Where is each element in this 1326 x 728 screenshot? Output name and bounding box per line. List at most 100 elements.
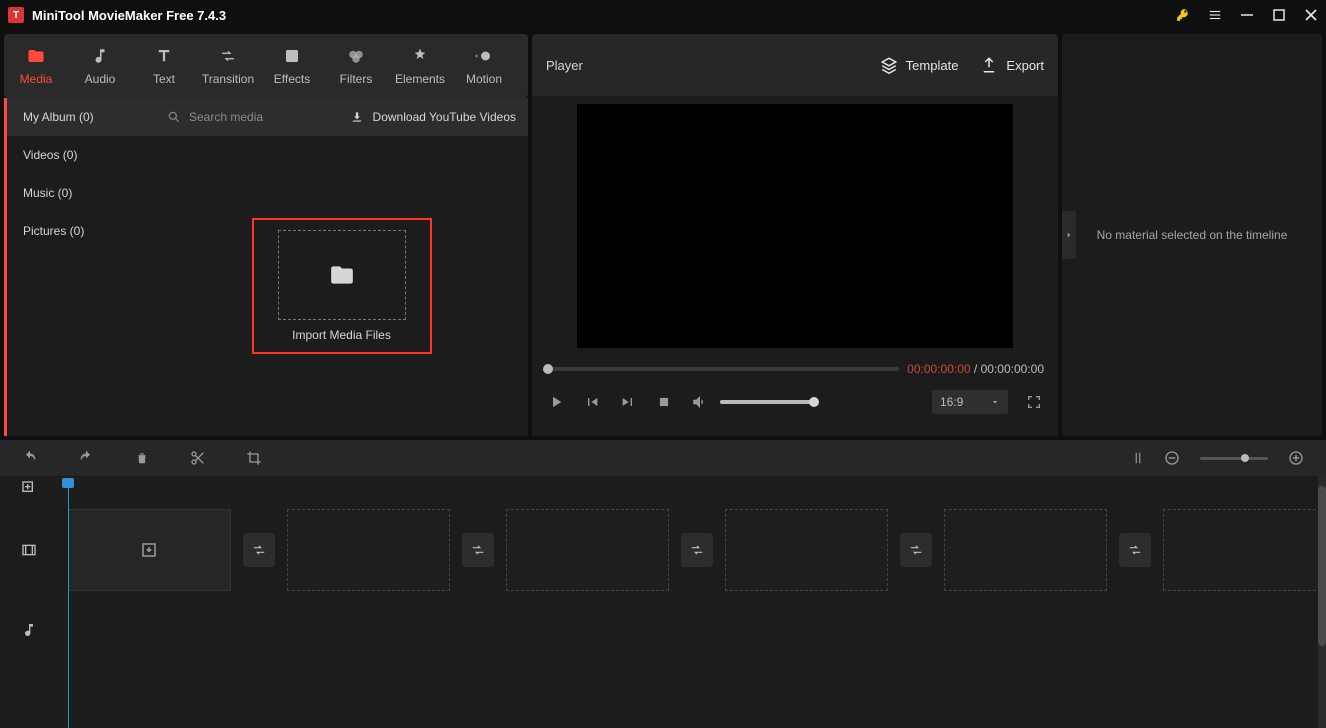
template-button[interactable]: Template: [880, 56, 959, 74]
download-youtube-button[interactable]: Download YouTube Videos: [349, 110, 516, 124]
sidebar-item-videos[interactable]: Videos (0): [7, 136, 155, 174]
export-icon: [980, 56, 998, 74]
filters-icon: [346, 46, 366, 66]
audio-track-icon: [0, 600, 58, 660]
export-button[interactable]: Export: [980, 56, 1044, 74]
import-clip-icon: [140, 541, 158, 559]
export-label: Export: [1006, 58, 1044, 73]
split-button[interactable]: [188, 448, 208, 468]
tab-effects[interactable]: Effects: [260, 35, 324, 97]
timeline-ruler[interactable]: [58, 476, 1326, 500]
effects-icon: [282, 46, 302, 66]
inspector-panel: No material selected on the timeline: [1062, 34, 1322, 436]
player-panel: Player Template Export 00:00:00:00 / 00:…: [532, 34, 1058, 436]
progress-slider[interactable]: [546, 367, 899, 371]
aspect-value: 16:9: [940, 395, 963, 409]
clip-slot[interactable]: [506, 509, 669, 591]
timeline-toolbar: [0, 440, 1326, 476]
titlebar: T MiniTool MovieMaker Free 7.4.3: [0, 0, 1326, 30]
fullscreen-button[interactable]: [1024, 392, 1044, 412]
tab-filters[interactable]: Filters: [324, 35, 388, 97]
timeline: [0, 476, 1326, 728]
tab-motion[interactable]: Motion: [452, 35, 516, 97]
license-key-icon[interactable]: [1176, 8, 1190, 22]
import-media-button[interactable]: Import Media Files: [252, 218, 432, 354]
timecode: 00:00:00:00 / 00:00:00:00: [907, 362, 1044, 376]
tab-label: Filters: [340, 72, 373, 86]
prev-frame-button[interactable]: [582, 392, 602, 412]
clip-slot[interactable]: [1163, 509, 1326, 591]
transition-slot[interactable]: [1119, 533, 1151, 567]
music-note-icon: [90, 46, 110, 66]
add-track-button[interactable]: [0, 476, 58, 500]
search-input[interactable]: Search media: [167, 110, 263, 124]
fit-button[interactable]: [1128, 448, 1148, 468]
time-current: 00:00:00:00: [907, 362, 970, 376]
tab-label: Text: [153, 72, 175, 86]
sidebar-item-label: Videos (0): [23, 148, 77, 162]
clip-slot[interactable]: [944, 509, 1107, 591]
volume-button[interactable]: [690, 392, 710, 412]
folder-open-icon: [327, 262, 357, 288]
download-label: Download YouTube Videos: [373, 110, 516, 124]
tab-label: Elements: [395, 72, 445, 86]
transition-slot[interactable]: [243, 533, 275, 567]
audio-track[interactable]: [58, 600, 1326, 660]
zoom-in-button[interactable]: [1286, 448, 1306, 468]
clip-slot[interactable]: [287, 509, 450, 591]
zoom-slider[interactable]: [1200, 457, 1268, 460]
app-logo-icon: T: [8, 7, 24, 23]
stop-button[interactable]: [654, 392, 674, 412]
next-frame-button[interactable]: [618, 392, 638, 412]
sidebar-item-my-album[interactable]: My Album (0): [7, 98, 155, 136]
tab-label: Transition: [202, 72, 254, 86]
clip-slot[interactable]: [725, 509, 888, 591]
tab-transition[interactable]: Transition: [196, 35, 260, 97]
sidebar-item-label: My Album (0): [23, 110, 94, 124]
folder-icon: [26, 46, 46, 66]
playhead[interactable]: [68, 480, 69, 728]
crop-button[interactable]: [244, 448, 264, 468]
player-title: Player: [546, 58, 583, 73]
delete-button[interactable]: [132, 448, 152, 468]
transition-slot[interactable]: [681, 533, 713, 567]
motion-icon: [474, 46, 494, 66]
tab-media[interactable]: Media: [4, 35, 68, 97]
library-panel: Media Audio Text Transition Effects Filt…: [0, 30, 532, 436]
sidebar-item-label: Pictures (0): [23, 224, 84, 238]
sidebar-item-pictures[interactable]: Pictures (0): [7, 212, 155, 250]
video-track-icon: [0, 500, 58, 600]
close-button[interactable]: [1304, 8, 1318, 22]
tab-elements[interactable]: Elements: [388, 35, 452, 97]
sidebar-item-music[interactable]: Music (0): [7, 174, 155, 212]
transition-icon: [218, 46, 238, 66]
tab-audio[interactable]: Audio: [68, 35, 132, 97]
search-icon: [167, 110, 181, 124]
zoom-out-button[interactable]: [1162, 448, 1182, 468]
search-placeholder: Search media: [189, 110, 263, 124]
undo-button[interactable]: [20, 448, 40, 468]
maximize-button[interactable]: [1272, 8, 1286, 22]
elements-icon: [410, 46, 430, 66]
timeline-scrollbar[interactable]: [1318, 476, 1326, 728]
aspect-ratio-select[interactable]: 16:9: [932, 390, 1008, 414]
redo-button[interactable]: [76, 448, 96, 468]
collapse-inspector-button[interactable]: [1062, 211, 1076, 259]
video-preview: [577, 104, 1013, 348]
clip-slot[interactable]: [68, 509, 231, 591]
chevron-down-icon: [990, 397, 1000, 407]
transition-slot[interactable]: [900, 533, 932, 567]
tab-label: Media: [20, 72, 53, 86]
tab-text[interactable]: Text: [132, 35, 196, 97]
transition-slot[interactable]: [462, 533, 494, 567]
main-toolbar: Media Audio Text Transition Effects Filt…: [4, 34, 528, 98]
volume-slider[interactable]: [720, 400, 815, 404]
text-icon: [154, 46, 174, 66]
play-button[interactable]: [546, 392, 566, 412]
minimize-button[interactable]: [1240, 8, 1254, 22]
video-track[interactable]: [58, 500, 1326, 600]
menu-icon[interactable]: [1208, 8, 1222, 22]
download-icon: [349, 110, 365, 124]
app-title: MiniTool MovieMaker Free 7.4.3: [32, 8, 226, 23]
template-label: Template: [906, 58, 959, 73]
